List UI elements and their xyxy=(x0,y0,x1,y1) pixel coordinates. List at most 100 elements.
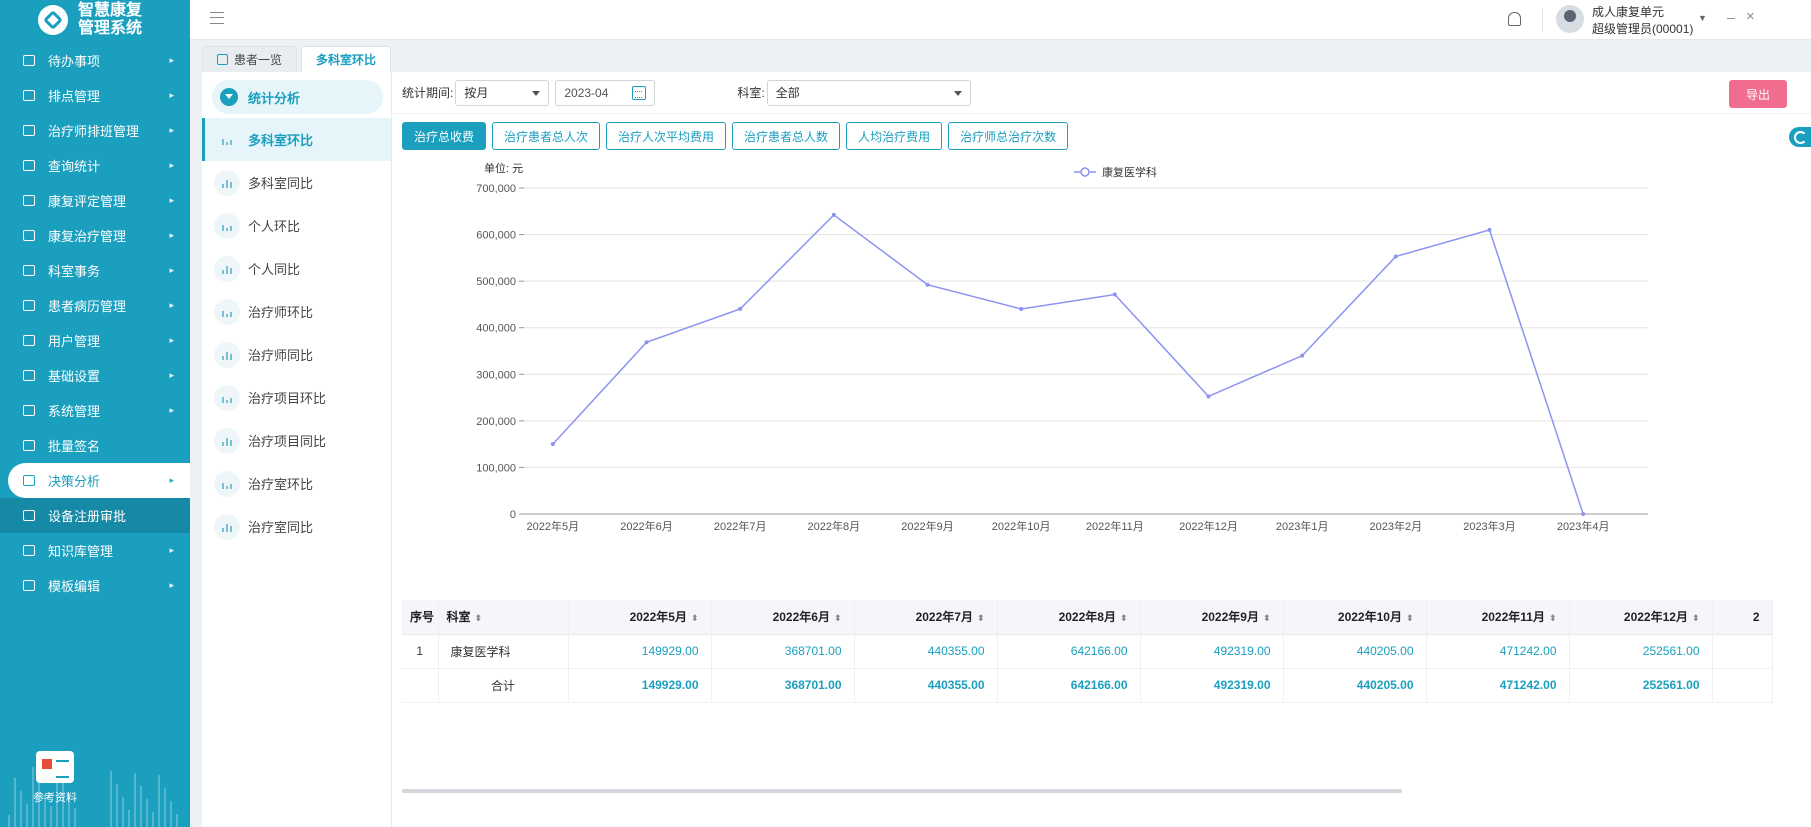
month-picker[interactable]: 2023-04 xyxy=(555,79,656,106)
chevron-right-icon: ▸ xyxy=(169,90,174,100)
decor-bar xyxy=(170,801,172,827)
reference-icon xyxy=(36,751,74,783)
sidebar-item-schedule-point[interactable]: 排点管理 ▸ xyxy=(0,78,190,113)
subnav-header[interactable]: 统计分析 xyxy=(212,80,383,114)
decor-bar xyxy=(146,799,148,827)
query-stats-icon xyxy=(22,159,36,173)
notification-bell-icon[interactable] xyxy=(1508,12,1521,26)
sort-icon[interactable]: ⬍ xyxy=(834,613,842,623)
tab-0[interactable]: 患者一览 xyxy=(202,46,298,72)
subnav-item-1[interactable]: 多科室同比 xyxy=(202,161,391,204)
menu-toggle-icon[interactable] xyxy=(210,12,224,24)
metric-button-4[interactable]: 人均治疗费用 xyxy=(846,122,943,150)
user-avatar[interactable] xyxy=(1556,5,1584,33)
table-header-cell[interactable]: 2022年12月 ⬍ xyxy=(1569,600,1713,635)
sort-icon[interactable]: ⬍ xyxy=(977,613,985,623)
dept-affairs-icon xyxy=(22,264,36,278)
subnav-header-label: 统计分析 xyxy=(248,90,301,106)
sort-icon[interactable]: ⬍ xyxy=(1406,613,1414,623)
x-tick-label: 2022年5月 xyxy=(527,519,580,533)
sort-icon[interactable]: ⬍ xyxy=(1263,613,1271,623)
legend-label: 康复医学科 xyxy=(1102,165,1157,179)
metric-button-5[interactable]: 治疗师总治疗次数 xyxy=(948,122,1069,150)
metric-button-3[interactable]: 治疗患者总人数 xyxy=(732,122,841,150)
subnav-item-5[interactable]: 治疗师同比 xyxy=(202,333,391,376)
sort-icon[interactable]: ⬍ xyxy=(1692,613,1700,623)
decor-bar xyxy=(8,815,10,827)
header-divider xyxy=(1542,8,1543,32)
user-dropdown-icon[interactable]: ▼ xyxy=(1698,13,1707,23)
sidebar-item-knowledge-base[interactable]: 知识库管理 ▸ xyxy=(0,533,190,568)
table-total-row: 合计 149929.00 368701.00 440355.00 642166.00 49… xyxy=(402,668,1773,703)
sidebar-item-decision-analysis[interactable]: 决策分析 ▸ xyxy=(8,463,190,498)
decor-bar xyxy=(152,812,154,827)
subnav-item-6[interactable]: 治疗项目环比 xyxy=(202,376,391,419)
sidebar-item-rehab-treatment[interactable]: 康复治疗管理 ▸ xyxy=(0,218,190,253)
chevron-right-icon: ▸ xyxy=(169,125,174,135)
period-label: 统计期间: xyxy=(402,86,454,100)
subnav-item-label: 个人环比 xyxy=(248,219,301,234)
sidebar-item-label: 系统管理 xyxy=(48,404,101,419)
dept-select[interactable]: 全部 xyxy=(766,79,971,106)
reference-materials[interactable]: 参考资料 xyxy=(30,751,80,805)
table-cell: 492319.00 xyxy=(1140,668,1284,703)
bar-chart-icon xyxy=(214,513,240,540)
minimize-button[interactable]: – xyxy=(1727,9,1735,25)
subnav-item-3[interactable]: 个人同比 xyxy=(202,247,391,290)
tab-1[interactable]: 多科室环比 xyxy=(301,46,392,72)
subnav-item-2[interactable]: 个人环比 xyxy=(202,204,391,247)
subnav-item-4[interactable]: 治疗师环比 xyxy=(202,290,391,333)
subnav-item-8[interactable]: 治疗室环比 xyxy=(202,462,391,505)
subnav-item-0[interactable]: 多科室环比 xyxy=(202,118,391,161)
subnav-item-9[interactable]: 治疗室同比 xyxy=(202,505,391,548)
unit-label: 单位: 元 xyxy=(484,161,523,175)
x-tick-label: 2022年7月 xyxy=(714,519,767,533)
data-table: 序号 科室 ⬍ 2022年5月 ⬍ 2022年6月 ⬍ 2022年7月 ⬍ 2022年8月 ⬍ 202… xyxy=(402,600,1773,703)
sidebar-item-patient-records[interactable]: 患者病历管理 ▸ xyxy=(0,288,190,323)
sidebar-item-therapist-shift[interactable]: 治疗师排班管理 ▸ xyxy=(0,113,190,148)
table-header-cell[interactable]: 2022年10月 ⬍ xyxy=(1283,600,1427,635)
x-tick-label: 2022年11月 xyxy=(1086,519,1144,533)
subnav-item-label: 多科室环比 xyxy=(248,133,314,148)
table-header-cell[interactable]: 2022年8月 ⬍ xyxy=(997,600,1141,635)
table-header-cell[interactable]: 2022年6月 ⬍ xyxy=(711,600,855,635)
metric-button-0[interactable]: 治疗总收费 xyxy=(402,122,487,150)
refresh-icon[interactable] xyxy=(1789,127,1811,147)
table-header-cell[interactable]: 2022年11月 ⬍ xyxy=(1426,600,1570,635)
sidebar-item-label: 用户管理 xyxy=(48,334,101,349)
sidebar-item-user-management[interactable]: 用户管理 ▸ xyxy=(0,323,190,358)
decor-bar xyxy=(14,778,16,827)
subnav-item-7[interactable]: 治疗项目同比 xyxy=(202,419,391,462)
rehab-assessment-icon xyxy=(22,194,36,208)
table-header-cell[interactable]: 2022年5月 ⬍ xyxy=(568,600,712,635)
sidebar-item-todo[interactable]: 待办事项 ▸ xyxy=(0,43,190,78)
sidebar-item-dept-affairs[interactable]: 科室事务 ▸ xyxy=(0,253,190,288)
table-header-label: 2022年7月 xyxy=(915,610,973,625)
sidebar-item-batch-signature[interactable]: 批量签名 xyxy=(0,428,190,463)
export-button[interactable]: 导出 xyxy=(1729,80,1787,108)
sidebar-item-system-management[interactable]: 系统管理 ▸ xyxy=(0,393,190,428)
dept-value: 全部 xyxy=(775,86,800,100)
sidebar-item-query-stats[interactable]: 查询统计 ▸ xyxy=(0,148,190,183)
horizontal-scrollbar[interactable] xyxy=(402,789,1402,793)
sort-icon[interactable]: ⬍ xyxy=(1549,613,1557,623)
sidebar-item-template-edit[interactable]: 模板编辑 ▸ xyxy=(0,568,190,603)
sidebar-item-basic-settings[interactable]: 基础设置 ▸ xyxy=(0,358,190,393)
sidebar-item-device-registration[interactable]: 设备注册审批 xyxy=(0,498,190,533)
table-header-label: 2022年6月 xyxy=(772,610,830,625)
close-button[interactable]: × xyxy=(1746,8,1755,25)
sidebar-item-rehab-assessment[interactable]: 康复评定管理 ▸ xyxy=(0,183,190,218)
metric-button-2[interactable]: 治疗人次平均费用 xyxy=(606,122,727,150)
reference-label: 参考资料 xyxy=(33,792,77,804)
table-header-cell[interactable]: 2022年9月 ⬍ xyxy=(1140,600,1284,635)
table-header-cell[interactable]: 2022年7月 ⬍ xyxy=(854,600,998,635)
month-value: 2023-04 xyxy=(564,85,609,100)
y-tick-label: 500,000 xyxy=(476,276,516,288)
metric-button-1[interactable]: 治疗患者总人次 xyxy=(492,122,601,150)
table-header-cell[interactable]: 科室 ⬍ xyxy=(438,600,569,635)
sort-icon[interactable]: ⬍ xyxy=(691,613,699,623)
sort-icon[interactable]: ⬍ xyxy=(1120,613,1128,623)
sort-icon[interactable]: ⬍ xyxy=(475,613,483,623)
period-select[interactable]: 按月 xyxy=(455,79,550,106)
chevron-right-icon: ▸ xyxy=(169,580,174,590)
